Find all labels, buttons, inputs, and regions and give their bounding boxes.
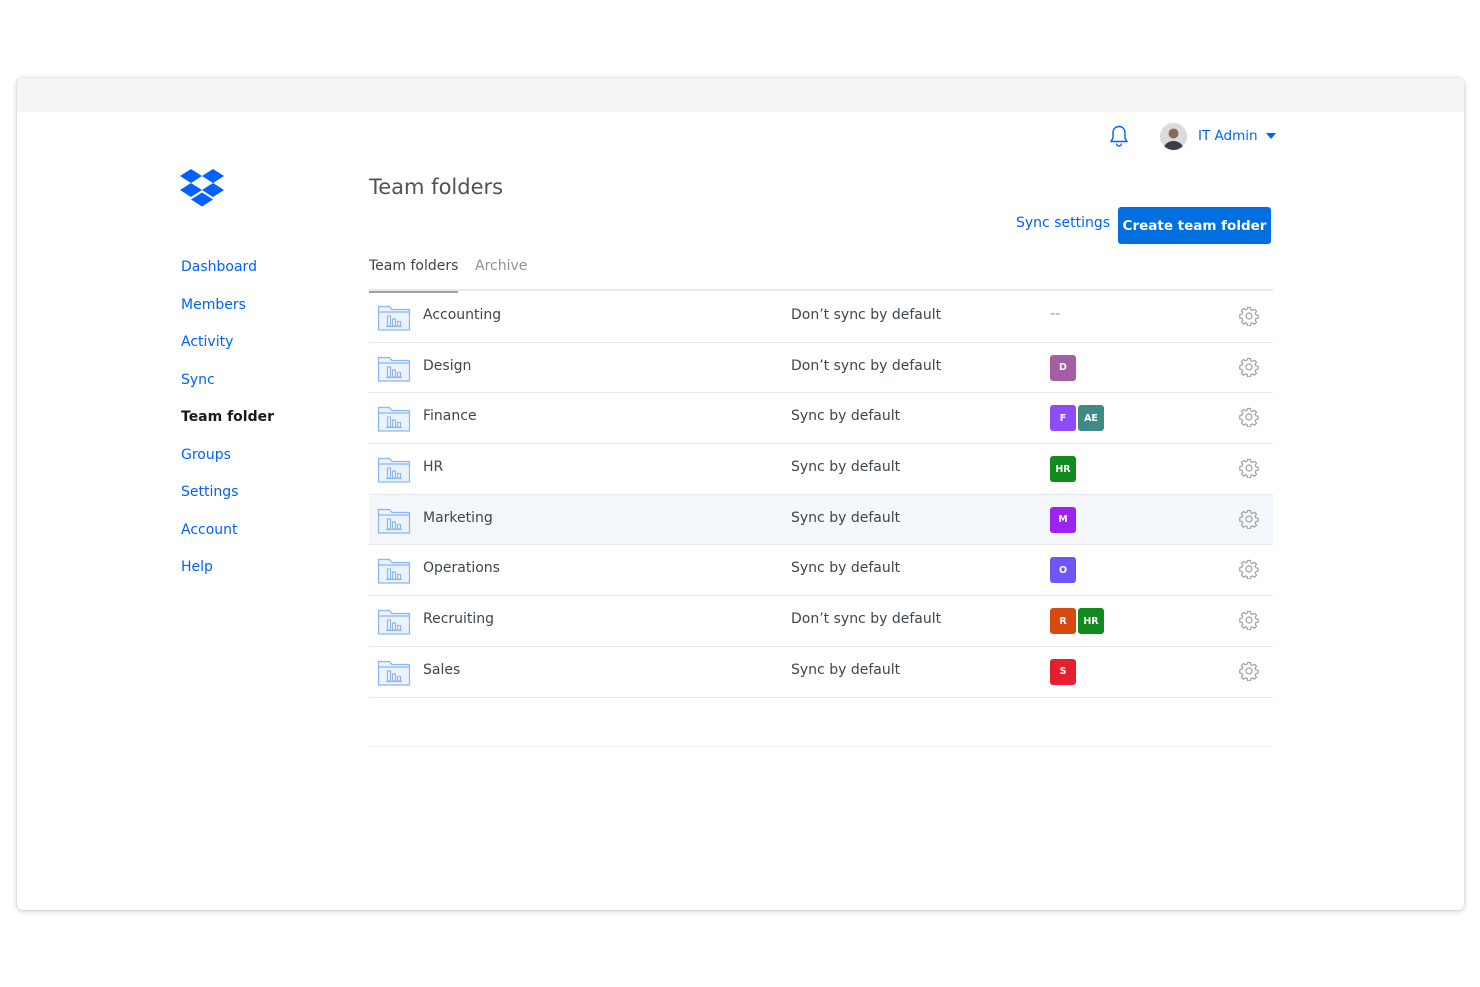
table-row[interactable]: Accounting Don’t sync by default -- bbox=[369, 292, 1273, 343]
group-badge[interactable]: HR bbox=[1050, 456, 1076, 483]
sidebar-item-sync[interactable]: Sync bbox=[181, 369, 274, 407]
tab-bar: Team folders Archive bbox=[369, 254, 1273, 293]
group-badges: HR bbox=[1050, 456, 1076, 483]
folder-name: Marketing bbox=[423, 509, 493, 526]
group-badge[interactable]: HR bbox=[1078, 608, 1104, 635]
sidebar-item-settings[interactable]: Settings bbox=[181, 481, 274, 519]
sync-status: Don’t sync by default bbox=[791, 357, 942, 374]
user-avatar bbox=[1160, 122, 1187, 150]
sync-status: Don’t sync by default bbox=[791, 307, 942, 323]
group-badge[interactable]: R bbox=[1050, 608, 1076, 635]
sidebar-item-activity[interactable]: Activity bbox=[181, 331, 274, 369]
group-badge[interactable]: D bbox=[1050, 354, 1076, 381]
folder-name: Operations bbox=[423, 560, 500, 577]
no-groups-placeholder: -- bbox=[1050, 306, 1061, 322]
list-footer-divider bbox=[369, 746, 1273, 747]
group-badge[interactable]: AE bbox=[1078, 405, 1104, 432]
group-badge[interactable]: F bbox=[1050, 405, 1076, 432]
sidebar-item-dashboard[interactable]: Dashboard bbox=[181, 256, 274, 294]
sync-status: Sync by default bbox=[791, 509, 901, 526]
team-folder-list: Accounting Don’t sync by default -- Desi… bbox=[369, 292, 1273, 698]
sidebar-item-team-folder[interactable]: Team folder bbox=[181, 406, 274, 444]
table-row[interactable]: Recruiting Don’t sync by default R HR bbox=[369, 596, 1273, 647]
group-badges: F AE bbox=[1050, 405, 1104, 432]
create-team-folder-button[interactable]: Create team folder bbox=[1118, 207, 1271, 244]
sync-settings-link[interactable]: Sync settings bbox=[1016, 215, 1110, 231]
folder-name: Finance bbox=[423, 408, 477, 425]
group-badges: S bbox=[1050, 658, 1076, 685]
tab-archive[interactable]: Archive bbox=[475, 258, 527, 291]
folder-name: Recruiting bbox=[423, 611, 495, 628]
bell-icon[interactable] bbox=[1108, 124, 1130, 148]
sidebar-nav: Dashboard Members Activity Sync Team fol… bbox=[181, 256, 274, 594]
gear-icon[interactable] bbox=[1239, 559, 1259, 579]
gear-icon[interactable] bbox=[1239, 610, 1259, 630]
group-badge[interactable]: M bbox=[1050, 506, 1076, 533]
team-folder-icon bbox=[377, 403, 411, 433]
sync-status: Sync by default bbox=[791, 560, 901, 577]
app-window: IT Admin Dashboard Members Activity Sync… bbox=[17, 78, 1464, 910]
table-row[interactable]: Operations Sync by default O bbox=[369, 545, 1273, 597]
table-row[interactable]: Marketing Sync by default M bbox=[369, 494, 1273, 546]
team-folder-icon bbox=[377, 657, 411, 687]
group-badge[interactable]: S bbox=[1050, 658, 1076, 685]
gear-icon[interactable] bbox=[1239, 306, 1259, 326]
team-folder-icon bbox=[377, 505, 411, 535]
team-folder-icon bbox=[377, 454, 411, 484]
user-name: IT Admin bbox=[1198, 128, 1258, 144]
group-badges: M bbox=[1050, 506, 1076, 533]
user-menu[interactable]: IT Admin bbox=[1160, 122, 1276, 150]
tab-team-folders[interactable]: Team folders bbox=[369, 258, 459, 293]
group-badges: D bbox=[1050, 354, 1076, 381]
sidebar-item-groups[interactable]: Groups bbox=[181, 444, 274, 482]
group-badge[interactable]: O bbox=[1050, 557, 1076, 584]
folder-name: HR bbox=[423, 459, 444, 476]
sync-status: Sync by default bbox=[791, 408, 901, 425]
team-folder-icon bbox=[377, 606, 411, 636]
table-row[interactable]: HR Sync by default HR bbox=[369, 444, 1273, 495]
dropbox-logo[interactable] bbox=[180, 168, 224, 210]
sync-status: Don’t sync by default bbox=[791, 611, 942, 628]
team-folder-icon bbox=[377, 353, 411, 383]
team-folder-icon bbox=[377, 302, 411, 332]
sync-status: Sync by default bbox=[791, 661, 901, 678]
page-title: Team folders bbox=[369, 175, 504, 199]
gear-icon[interactable] bbox=[1239, 661, 1259, 681]
table-row[interactable]: Finance Sync by default F AE bbox=[369, 393, 1273, 445]
gear-icon[interactable] bbox=[1239, 407, 1259, 427]
chevron-down-icon bbox=[1265, 133, 1276, 139]
group-badges: R HR bbox=[1050, 608, 1104, 635]
team-folder-icon bbox=[377, 555, 411, 585]
folder-name: Sales bbox=[423, 661, 461, 678]
folder-name: Design bbox=[423, 357, 472, 374]
sync-status: Sync by default bbox=[791, 459, 901, 476]
table-row[interactable]: Design Don’t sync by default D bbox=[369, 343, 1273, 394]
sidebar-item-members[interactable]: Members bbox=[181, 294, 274, 332]
gear-icon[interactable] bbox=[1239, 509, 1259, 529]
table-row[interactable]: Sales Sync by default S bbox=[369, 647, 1273, 698]
sidebar-item-account[interactable]: Account bbox=[181, 519, 274, 557]
folder-name: Accounting bbox=[423, 307, 502, 323]
sidebar-item-help[interactable]: Help bbox=[181, 556, 274, 594]
gear-icon[interactable] bbox=[1239, 357, 1259, 377]
window-titlebar bbox=[17, 78, 1464, 112]
gear-icon[interactable] bbox=[1239, 458, 1259, 478]
group-badges: O bbox=[1050, 557, 1076, 584]
